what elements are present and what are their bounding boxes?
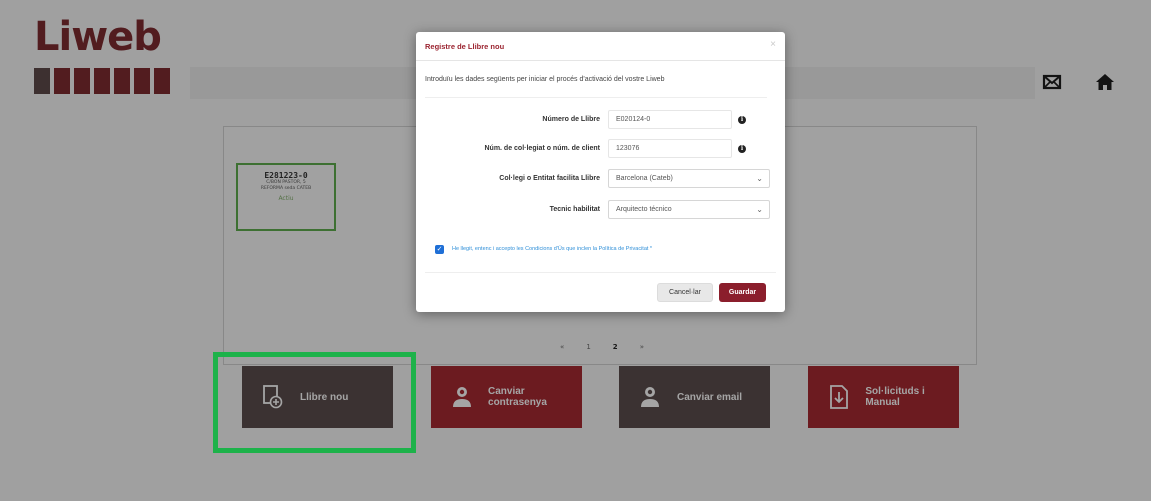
divider (425, 272, 776, 273)
book-number-label: Número de Llibre (542, 116, 600, 123)
highlight-box (213, 352, 416, 453)
modal-title: Registre de Llibre nou (425, 42, 505, 51)
entity-select[interactable]: Barcelona (Cateb) ⌄ (608, 169, 770, 188)
member-number-label: Núm. de col·legiat o núm. de client (484, 145, 600, 152)
chevron-down-icon: ⌄ (756, 205, 763, 214)
technician-label: Tecnic habilitat (549, 206, 600, 213)
register-book-modal: Registre de Llibre nou × Introduïu les d… (416, 32, 785, 312)
entity-select-value: Barcelona (Cateb) (616, 175, 673, 182)
cancel-button[interactable]: Cancel·lar (657, 283, 713, 302)
terms-link[interactable]: He llegit, entenc i accepto les Condicio… (452, 246, 652, 252)
modal-header: Registre de Llibre nou × (416, 32, 785, 61)
technician-select-value: Arquitecto técnico (616, 206, 672, 213)
close-icon[interactable]: × (770, 39, 776, 50)
member-number-input[interactable]: 123076 (608, 139, 732, 158)
entity-label: Col·legi o Entitat facilita Llibre (499, 175, 600, 182)
book-number-input[interactable]: E020124-0 (608, 110, 732, 129)
info-icon[interactable]: i (738, 145, 746, 153)
terms-checkbox[interactable]: ✓ (435, 245, 444, 254)
divider (425, 97, 767, 98)
technician-select[interactable]: Arquitecto técnico ⌄ (608, 200, 770, 219)
modal-intro: Introduïu les dades següents per iniciar… (425, 76, 665, 83)
info-icon[interactable]: i (738, 116, 746, 124)
app-background: Liweb E281223-0 C/BON PASTOR, 5 REFORMA … (0, 0, 1151, 501)
save-button[interactable]: Guardar (719, 283, 766, 302)
chevron-down-icon: ⌄ (756, 174, 763, 183)
